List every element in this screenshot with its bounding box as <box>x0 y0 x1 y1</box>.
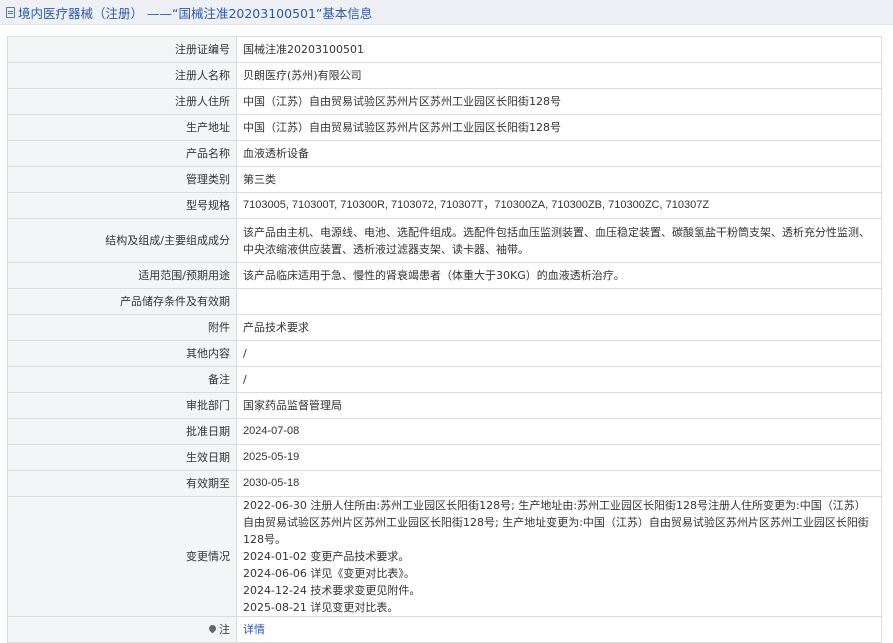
row-label: 有效期至 <box>7 470 237 497</box>
row-label: 结构及组成/主要组成成分 <box>7 218 237 263</box>
structure-composition: 该产品由主机、电源线、电池、选配件组成。选配件包括血压监测装置、血压稳定装置、碳… <box>236 218 882 263</box>
registrant-name: 贝朗医疗(苏州)有限公司 <box>236 62 882 89</box>
details-link[interactable]: 详情 <box>243 623 265 636</box>
row-label: 型号规格 <box>7 192 237 219</box>
row-label: 产品名称 <box>7 140 237 167</box>
other-content: / <box>236 340 882 367</box>
page-title: 境内医疗器械（注册） ——“国械注准20203100501”基本信息 <box>18 5 373 21</box>
row-label: 变更情况 <box>7 496 237 617</box>
approval-department: 国家药品监督管理局 <box>236 392 882 419</box>
table-row: 产品名称 血液透析设备 <box>7 140 882 167</box>
table-row: 型号规格 7103005, 710300T, 710300R, 7103072,… <box>7 192 882 219</box>
table-row: 备注 / <box>7 366 882 393</box>
change-entry: 2024-12-24 技术要求变更见附件。 <box>243 584 421 597</box>
registration-number: 国械注准20203100501 <box>236 36 882 63</box>
management-category: 第三类 <box>236 166 882 193</box>
table-row: 注册证编号 国械注准20203100501 <box>7 36 882 63</box>
row-label: 注册人名称 <box>7 62 237 89</box>
row-label: 审批部门 <box>7 392 237 419</box>
storage-conditions <box>236 288 882 315</box>
row-label: 产品储存条件及有效期 <box>7 288 237 315</box>
registrant-address: 中国（江苏）自由贸易试验区苏州片区苏州工业园区长阳街128号 <box>236 88 882 115</box>
remarks: / <box>236 366 882 393</box>
approval-date: 2024-07-08 <box>236 418 882 445</box>
intended-use: 该产品临床适用于急、慢性的肾衰竭患者（体重大于30KG）的血液透析治疗。 <box>236 262 882 289</box>
row-label: 生产地址 <box>7 114 237 141</box>
row-label: 注册人住所 <box>7 88 237 115</box>
product-name: 血液透析设备 <box>236 140 882 167</box>
table-row: 附件 产品技术要求 <box>7 314 882 341</box>
table-row: 适用范围/预期用途 该产品临床适用于急、慢性的肾衰竭患者（体重大于30KG）的血… <box>7 262 882 289</box>
table-row: 结构及组成/主要组成成分 该产品由主机、电源线、电池、选配件组成。选配件包括血压… <box>7 218 882 263</box>
note-value: 详情 <box>236 616 882 643</box>
row-label: 管理类别 <box>7 166 237 193</box>
pin-icon <box>207 623 218 634</box>
change-entry: 2022-06-30 注册人住所由:苏州工业园区长阳街128号; 生产地址由:苏… <box>243 499 869 546</box>
table-row: 注册人住所 中国（江苏）自由贸易试验区苏州片区苏州工业园区长阳街128号 <box>7 88 882 115</box>
row-label: 注册证编号 <box>7 36 237 63</box>
table-row: 变更情况 2022-06-30 注册人住所由:苏州工业园区长阳街128号; 生产… <box>7 496 882 617</box>
table-row: 生产地址 中国（江苏）自由贸易试验区苏州片区苏州工业园区长阳街128号 <box>7 114 882 141</box>
table-row: 审批部门 国家药品监督管理局 <box>7 392 882 419</box>
table-row: 生效日期 2025-05-19 <box>7 444 882 471</box>
row-label: 生效日期 <box>7 444 237 471</box>
table-row: 其他内容 / <box>7 340 882 367</box>
note-label: 注 <box>219 623 230 636</box>
attachment: 产品技术要求 <box>236 314 882 341</box>
change-history: 2022-06-30 注册人住所由:苏州工业园区长阳街128号; 生产地址由:苏… <box>236 496 882 617</box>
change-entry: 2025-08-21 详见变更对比表。 <box>243 601 399 614</box>
change-entry: 2024-06-06 详见《变更对比表》。 <box>243 567 415 580</box>
row-label: 适用范围/预期用途 <box>7 262 237 289</box>
expiry-date: 2030-05-18 <box>236 470 882 497</box>
model-specs: 7103005, 710300T, 710300R, 7103072, 7103… <box>236 192 882 219</box>
change-entry: 2024-01-02 变更产品技术要求。 <box>243 550 410 563</box>
table-row: 产品储存条件及有效期 <box>7 288 882 315</box>
row-label: 其他内容 <box>7 340 237 367</box>
table-row: 批准日期 2024-07-08 <box>7 418 882 445</box>
document-icon <box>6 6 15 18</box>
row-label: 备注 <box>7 366 237 393</box>
table-row: 有效期至 2030-05-18 <box>7 470 882 497</box>
production-address: 中国（江苏）自由贸易试验区苏州片区苏州工业园区长阳街128号 <box>236 114 882 141</box>
row-label: 附件 <box>7 314 237 341</box>
note-label-cell: 注 <box>7 616 237 643</box>
table-row: 注册人名称 贝朗医疗(苏州)有限公司 <box>7 62 882 89</box>
effective-date: 2025-05-19 <box>236 444 882 471</box>
info-table: 注册证编号 国械注准20203100501 注册人名称 贝朗医疗(苏州)有限公司… <box>7 36 882 643</box>
table-row: 管理类别 第三类 <box>7 166 882 193</box>
row-label: 批准日期 <box>7 418 237 445</box>
page-header: 境内医疗器械（注册） ——“国械注准20203100501”基本信息 <box>0 0 893 25</box>
table-row: 注 详情 <box>7 616 882 643</box>
